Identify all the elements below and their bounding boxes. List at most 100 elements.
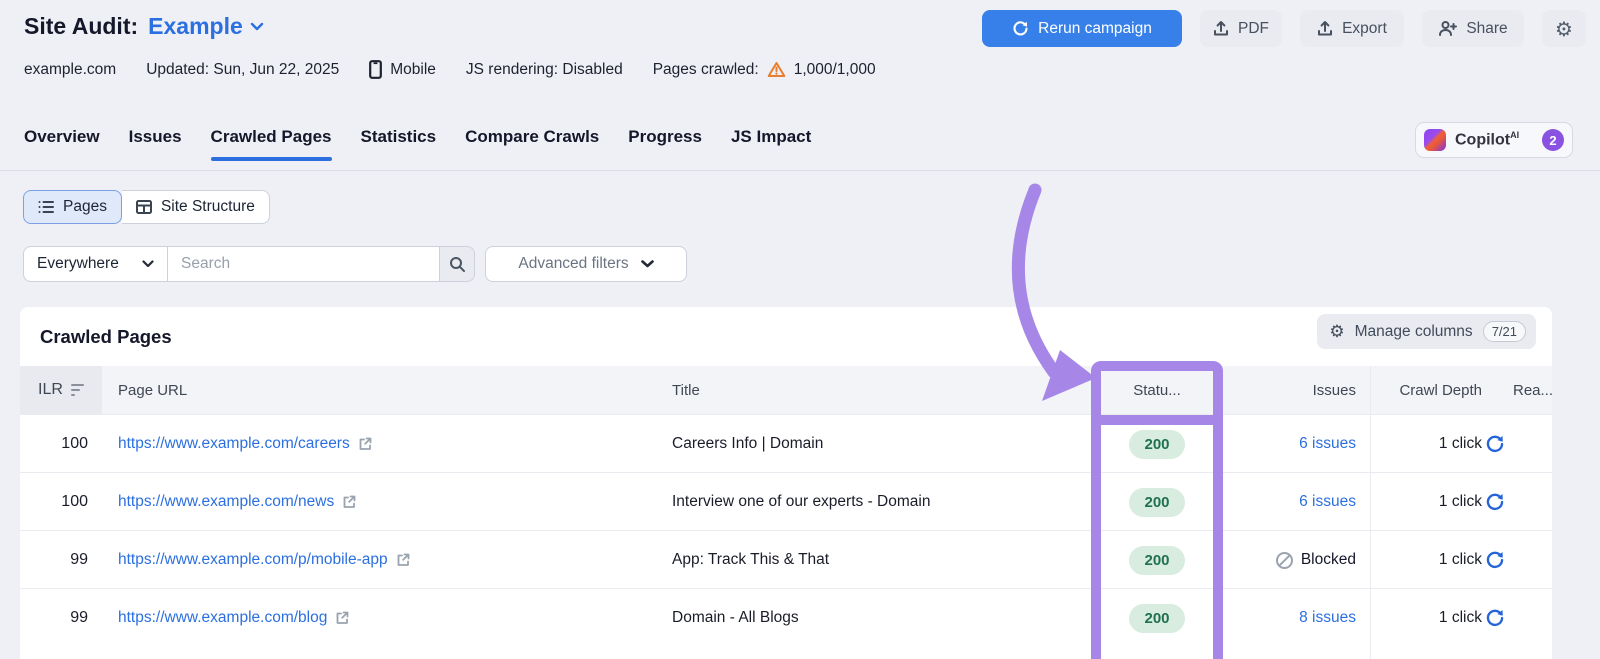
page-title-cell: Careers Info | Domain	[672, 415, 823, 473]
column-header-issues[interactable]: Issues	[1206, 366, 1356, 414]
site-audit-page: { "header": { "title": "Site Audit:", "p…	[0, 0, 1600, 659]
table-title: Crawled Pages	[40, 326, 172, 348]
tabs-divider	[0, 170, 1600, 171]
pages-view-button[interactable]: Pages	[23, 190, 122, 224]
project-name[interactable]: Example	[148, 13, 243, 40]
gear-icon: ⚙	[1555, 19, 1573, 39]
recrawl-icon	[1485, 434, 1505, 454]
tab-crawled-pages[interactable]: Crawled Pages	[211, 127, 332, 161]
chevron-down-icon	[250, 22, 264, 31]
crawl-depth-value: 1 click	[1372, 473, 1482, 531]
page-url-link[interactable]: https://www.example.com/p/mobile-app	[118, 551, 388, 569]
last-updated: Updated: Sun, Jun 22, 2025	[146, 61, 339, 79]
recrawl-button[interactable]	[1472, 589, 1518, 647]
tab-js-impact[interactable]: JS Impact	[731, 127, 811, 161]
recrawl-icon	[1485, 608, 1505, 628]
table-row: 100https://www.example.com/newsInterview…	[20, 472, 1552, 530]
crawl-depth-value: 1 click	[1372, 531, 1482, 589]
status-code-badge: 200	[1129, 604, 1184, 633]
external-link-icon[interactable]	[341, 494, 357, 510]
scope-select[interactable]: Everywhere	[23, 246, 168, 282]
js-rendering-status: JS rendering: Disabled	[466, 61, 623, 79]
issues-link[interactable]: 8 issues	[1299, 609, 1356, 627]
tab-progress[interactable]: Progress	[628, 127, 702, 161]
page-url-link[interactable]: https://www.example.com/blog	[118, 609, 327, 627]
tab-bar: Overview Issues Crawled Pages Statistics Com…	[24, 127, 811, 161]
column-header-title[interactable]: Title	[672, 366, 700, 414]
column-header-rea[interactable]: Rea...	[1513, 366, 1553, 414]
blocked-icon	[1275, 551, 1294, 570]
crawl-depth-value: 1 click	[1372, 415, 1482, 473]
view-toggle: Pages Site Structure	[23, 190, 270, 224]
external-link-icon[interactable]	[334, 610, 350, 626]
copilot-logo-icon	[1424, 129, 1446, 151]
issues-link[interactable]: 6 issues	[1299, 493, 1356, 511]
settings-button[interactable]: ⚙	[1542, 10, 1586, 47]
status-code-badge: 200	[1129, 546, 1184, 575]
column-divider	[1370, 366, 1371, 659]
warning-triangle-icon	[767, 61, 786, 78]
refresh-icon	[1012, 20, 1029, 37]
gear-icon: ⚙	[1329, 322, 1344, 342]
table-header-row: ILR Page URL Title Statu... Issues Crawl…	[20, 366, 1552, 414]
ilr-value: 99	[20, 589, 88, 647]
tab-overview[interactable]: Overview	[24, 127, 100, 161]
crawl-depth-value: 1 click	[1372, 589, 1482, 647]
external-link-icon[interactable]	[395, 552, 411, 568]
external-link-icon[interactable]	[357, 436, 373, 452]
chevron-down-icon	[641, 260, 654, 268]
recrawl-button[interactable]	[1472, 473, 1518, 531]
page-title-cell: App: Track This & That	[672, 531, 829, 589]
column-header-crawl-depth[interactable]: Crawl Depth	[1372, 366, 1482, 414]
recrawl-button[interactable]	[1472, 531, 1518, 589]
upload-icon	[1317, 20, 1333, 37]
crawled-pages-card: Crawled Pages ⚙ Manage columns 7/21 ILR …	[20, 307, 1552, 659]
table-body: 100 https://www.example.com/careers Career…	[20, 414, 1552, 646]
table-row: 99 https://www.example.com/p/mobile-app Ap…	[20, 530, 1552, 588]
upload-icon	[1213, 20, 1229, 37]
recrawl-button[interactable]	[1472, 415, 1518, 473]
advanced-filters-button[interactable]: Advanced filters	[485, 246, 687, 282]
pdf-button[interactable]: PDF	[1200, 10, 1282, 47]
export-button[interactable]: Export	[1300, 10, 1404, 47]
pages-crawled: Pages crawled: 1,000/1,000	[653, 61, 876, 79]
pages-crawled-value: 1,000/1,000	[794, 61, 876, 79]
person-plus-icon	[1438, 20, 1457, 37]
column-header-status[interactable]: Statu...	[1101, 366, 1213, 414]
issues-blocked-label: Blocked	[1301, 551, 1356, 569]
manage-columns-button[interactable]: ⚙ Manage columns 7/21	[1317, 314, 1536, 349]
rerun-campaign-button[interactable]: Rerun campaign	[982, 10, 1182, 47]
share-button[interactable]: Share	[1422, 10, 1524, 47]
column-header-ilr[interactable]: ILR	[20, 366, 102, 414]
sort-descending-icon	[71, 384, 84, 397]
recrawl-icon	[1485, 550, 1505, 570]
site-structure-view-button[interactable]: Site Structure	[122, 190, 270, 224]
issues-link[interactable]: 6 issues	[1299, 435, 1356, 453]
tab-statistics[interactable]: Statistics	[361, 127, 437, 161]
copilot-button[interactable]: CopilotAI 2	[1415, 122, 1573, 158]
search-button[interactable]	[440, 246, 475, 282]
campaign-domain: example.com	[24, 61, 116, 79]
search-input[interactable]	[168, 246, 440, 282]
page-url-link[interactable]: https://www.example.com/careers	[118, 435, 350, 453]
table-row: 99 https://www.example.com/blog Domain - A…	[20, 588, 1552, 646]
page-title-cell: Domain - All Blogs	[672, 589, 799, 647]
chevron-down-icon	[142, 260, 154, 268]
mobile-phone-icon	[369, 60, 382, 79]
ilr-value: 100	[20, 473, 88, 531]
project-picker[interactable]: Example	[148, 13, 264, 40]
copilot-count-badge: 2	[1542, 129, 1564, 151]
recrawl-icon	[1485, 492, 1505, 512]
ilr-value: 100	[20, 415, 88, 473]
tab-compare-crawls[interactable]: Compare Crawls	[465, 127, 599, 161]
list-icon	[38, 200, 54, 214]
status-code-badge: 200	[1129, 430, 1184, 459]
ilr-value: 99	[20, 531, 88, 589]
table-grid-icon	[136, 200, 152, 214]
magnifier-icon	[449, 256, 466, 273]
device-type: Mobile	[369, 60, 436, 79]
column-header-page-url[interactable]: Page URL	[118, 366, 187, 414]
tab-issues[interactable]: Issues	[129, 127, 182, 161]
page-title: Site Audit:	[24, 13, 138, 40]
page-url-link[interactable]: https://www.example.com/news	[118, 493, 334, 511]
